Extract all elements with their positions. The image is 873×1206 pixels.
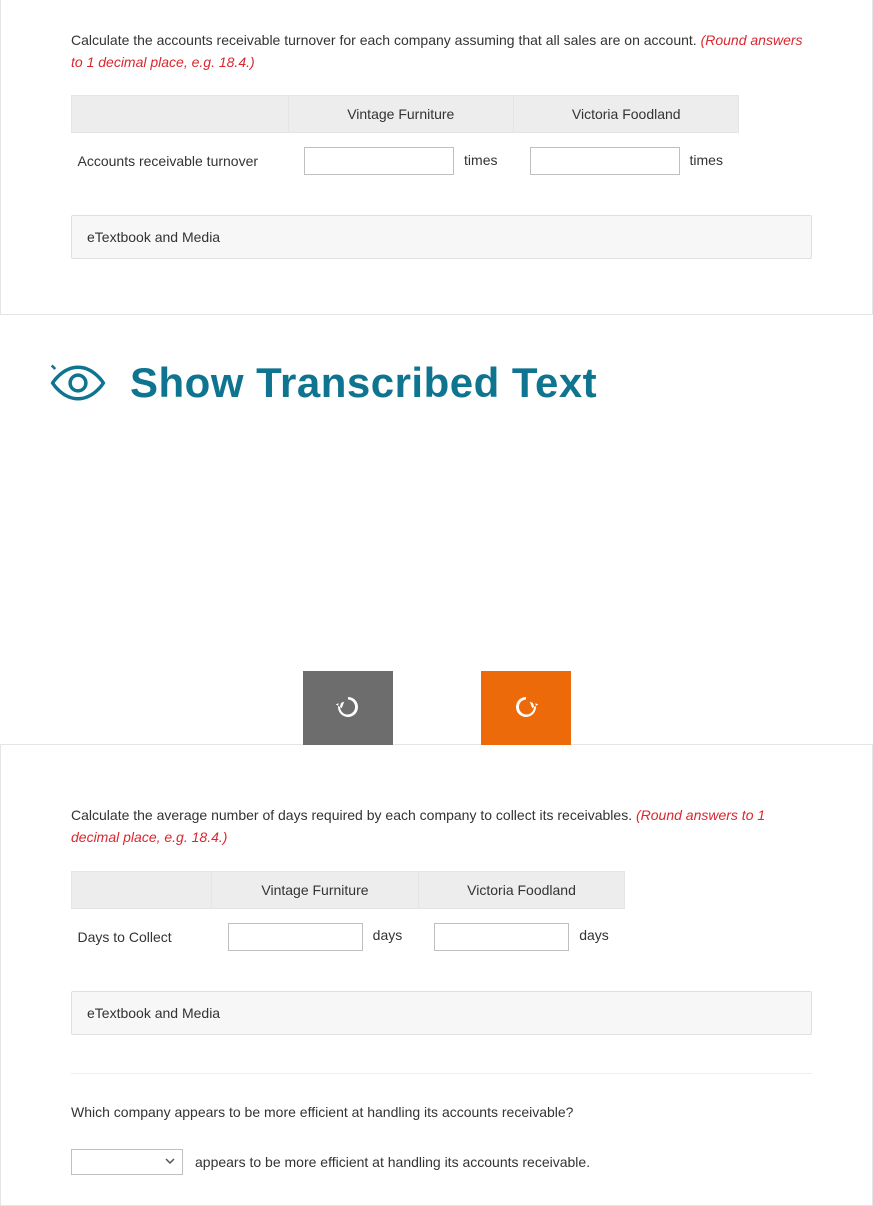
etextbook-media-button-1[interactable]: eTextbook and Media <box>71 215 812 259</box>
days-table-header-victoria: Victoria Foodland <box>418 871 625 908</box>
vintage-turnover-input[interactable] <box>304 147 454 175</box>
question-2-text: Calculate the average number of days req… <box>71 805 812 848</box>
days-table: Vintage Furniture Victoria Foodland Days… <box>71 871 625 965</box>
undo-icon <box>333 692 363 725</box>
accounts-receivable-panel: Calculate the accounts receivable turnov… <box>0 0 873 315</box>
vintage-days-input[interactable] <box>228 923 363 951</box>
unit-times-2: times <box>690 152 723 168</box>
days-table-header-empty <box>72 871 212 908</box>
row-label-turnover: Accounts receivable turnover <box>72 133 289 190</box>
chevron-down-icon <box>164 1154 176 1170</box>
eye-icon <box>50 355 106 411</box>
days-to-collect-panel: Calculate the average number of days req… <box>0 744 873 1206</box>
table-header-vintage: Vintage Furniture <box>288 96 513 133</box>
efficiency-answer-line: appears to be more efficient at handling… <box>71 1149 812 1175</box>
show-transcribed-text-button[interactable]: Show Transcribed Text <box>0 315 873 451</box>
redo-button[interactable] <box>481 671 571 745</box>
unit-times-1: times <box>464 152 497 168</box>
undo-redo-bar <box>0 671 873 745</box>
efficiency-question: Which company appears to be more efficie… <box>71 1102 812 1124</box>
question-1-text: Calculate the accounts receivable turnov… <box>71 30 812 73</box>
undo-button[interactable] <box>303 671 393 745</box>
efficiency-section: Which company appears to be more efficie… <box>71 1073 812 1176</box>
efficiency-suffix: appears to be more efficient at handling… <box>195 1154 590 1170</box>
spacer <box>0 451 873 671</box>
efficiency-company-select[interactable] <box>71 1149 183 1175</box>
days-table-header-vintage: Vintage Furniture <box>212 871 419 908</box>
unit-days-1: days <box>373 927 403 943</box>
victoria-days-input[interactable] <box>434 923 569 951</box>
question-2-prefix: Calculate the average number of days req… <box>71 807 636 823</box>
table-header-victoria: Victoria Foodland <box>514 96 739 133</box>
redo-icon <box>511 692 541 725</box>
turnover-table: Vintage Furniture Victoria Foodland Acco… <box>71 95 739 189</box>
etextbook-media-button-2[interactable]: eTextbook and Media <box>71 991 812 1035</box>
row-label-days: Days to Collect <box>72 908 212 965</box>
question-1-prefix: Calculate the accounts receivable turnov… <box>71 32 701 48</box>
show-transcribed-label: Show Transcribed Text <box>130 359 597 407</box>
victoria-turnover-input[interactable] <box>530 147 680 175</box>
unit-days-2: days <box>579 927 609 943</box>
table-header-empty <box>72 96 289 133</box>
